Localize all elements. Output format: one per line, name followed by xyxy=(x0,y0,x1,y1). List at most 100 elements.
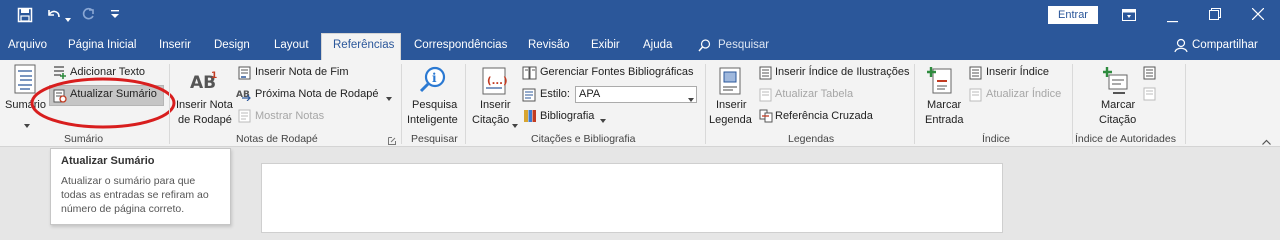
insert-table-of-authorities-icon[interactable] xyxy=(1143,66,1157,83)
separator xyxy=(1072,64,1073,144)
insert-figures-table-button[interactable]: Inserir Índice de Ilustrações xyxy=(775,63,910,81)
manage-sources-icon xyxy=(522,66,538,83)
ribbon-references: Sumário Adicionar Texto Atualizar Sumári… xyxy=(0,60,1280,147)
sign-in-button[interactable]: Entrar xyxy=(1048,6,1098,24)
insert-endnote-icon xyxy=(238,66,252,83)
insert-caption-icon[interactable] xyxy=(718,66,744,99)
restore-icon[interactable] xyxy=(1209,8,1221,23)
insert-footnote-line1[interactable]: Inserir Nota xyxy=(176,98,233,113)
ribbon-tab-bar: Arquivo Página Inicial Inserir Design La… xyxy=(0,31,1280,61)
bibliography-button[interactable]: Bibliografia xyxy=(540,107,594,125)
manage-sources-button[interactable]: Gerenciar Fontes Bibliográficas xyxy=(540,63,693,81)
document-page[interactable] xyxy=(261,163,1003,233)
separator xyxy=(914,64,915,144)
cross-reference-icon xyxy=(759,109,773,126)
group-label-sumario: Sumário xyxy=(64,133,104,145)
svg-text:1: 1 xyxy=(211,71,217,81)
share-person-icon xyxy=(1174,38,1188,56)
tab-ajuda[interactable]: Ajuda xyxy=(643,39,672,51)
minimize-icon[interactable] xyxy=(1167,14,1178,26)
customize-toolbar-icon[interactable] xyxy=(111,10,119,22)
dialog-launcher-icon[interactable] xyxy=(388,136,396,148)
tab-pagina-inicial[interactable]: Página Inicial xyxy=(68,39,136,51)
update-index-icon xyxy=(969,88,983,105)
redo-icon[interactable] xyxy=(80,7,96,26)
tooltip-line: número de página correto. xyxy=(61,203,185,215)
group-label-legendas: Legendas xyxy=(788,133,835,145)
tooltip-title: Atualizar Sumário xyxy=(61,155,155,167)
show-notes-icon xyxy=(238,109,252,126)
group-label-pesquisar: Pesquisar xyxy=(411,133,458,145)
group-label-indice: Índice xyxy=(982,133,1011,145)
smart-lookup-line1[interactable]: Pesquisa xyxy=(412,98,457,113)
separator xyxy=(1185,64,1186,144)
ribbon-display-options-icon[interactable] xyxy=(1122,9,1136,24)
group-label-notas: Notas de Rodapé xyxy=(236,133,318,145)
insert-citation-line2[interactable]: Citação xyxy=(472,113,509,128)
mark-entry-line1[interactable]: Marcar xyxy=(927,98,961,113)
group-label-autoridades: Índice de Autoridades xyxy=(1075,133,1176,145)
style-select[interactable]: APA xyxy=(575,86,697,103)
style-icon xyxy=(522,88,536,105)
collapse-ribbon-icon[interactable] xyxy=(1262,136,1271,148)
mark-citation-icon[interactable] xyxy=(1102,65,1131,98)
insert-caption-line1[interactable]: Inserir xyxy=(716,98,747,113)
style-select-value: APA xyxy=(579,88,601,100)
show-notes-button[interactable]: Mostrar Notas xyxy=(255,107,324,125)
insert-figures-table-icon xyxy=(759,66,773,83)
sign-in-label: Entrar xyxy=(1058,9,1088,21)
mark-entry-line2[interactable]: Entrada xyxy=(925,113,964,128)
tooltip-line: todas as entradas se refiram ao xyxy=(61,189,209,201)
cross-reference-button[interactable]: Referência Cruzada xyxy=(775,107,873,125)
insert-footnote-line2[interactable]: de Rodapé xyxy=(178,113,232,128)
chevron-down-icon[interactable] xyxy=(600,114,606,126)
share-button[interactable]: Compartilhar xyxy=(1192,39,1258,51)
tab-correspondencias[interactable]: Correspondências xyxy=(414,39,507,51)
insert-endnote-button[interactable]: Inserir Nota de Fim xyxy=(255,63,349,81)
update-index-button[interactable]: Atualizar Índice xyxy=(986,85,1061,103)
insert-caption-line2[interactable]: Legenda xyxy=(709,113,752,128)
mark-citation-line2[interactable]: Citação xyxy=(1099,113,1136,128)
separator xyxy=(705,64,706,144)
update-table-icon xyxy=(759,88,773,105)
mark-citation-line1[interactable]: Marcar xyxy=(1101,98,1135,113)
tooltip-update-toc: Atualizar Sumário Atualizar o sumário pa… xyxy=(50,148,231,225)
svg-text:(...): (...) xyxy=(487,76,508,87)
tell-me-search[interactable]: Pesquisar xyxy=(718,39,769,51)
separator xyxy=(169,64,170,144)
close-icon[interactable] xyxy=(1251,7,1265,23)
undo-dropdown-icon[interactable] xyxy=(65,13,71,25)
tab-exibir[interactable]: Exibir xyxy=(591,39,620,51)
tab-inserir[interactable]: Inserir xyxy=(159,39,191,51)
tab-referencias-label: Referências xyxy=(333,39,395,51)
undo-icon[interactable] xyxy=(45,7,63,26)
insert-index-button[interactable]: Inserir Índice xyxy=(986,63,1049,81)
tab-design[interactable]: Design xyxy=(214,39,250,51)
bibliography-icon xyxy=(523,109,537,126)
tab-layout[interactable]: Layout xyxy=(274,39,309,51)
save-icon[interactable] xyxy=(17,7,33,26)
mark-entry-icon[interactable] xyxy=(926,65,955,98)
tab-revisao[interactable]: Revisão xyxy=(528,39,570,51)
smart-lookup-line2[interactable]: Inteligente xyxy=(407,113,458,128)
update-table-of-authorities-icon[interactable] xyxy=(1143,87,1157,104)
smart-lookup-icon[interactable]: i xyxy=(419,66,447,97)
insert-footnote-icon[interactable]: AB 1 xyxy=(190,70,218,95)
insert-citation-icon[interactable]: (...) xyxy=(481,66,509,99)
update-table-button[interactable]: Atualizar Tabela xyxy=(775,85,853,103)
group-label-citacoes: Citações e Bibliografia xyxy=(531,133,636,145)
separator xyxy=(401,64,402,144)
tooltip-line: Atualizar o sumário para que xyxy=(61,175,196,187)
title-bar: Entrar xyxy=(0,0,1280,31)
chevron-down-icon[interactable] xyxy=(386,92,392,104)
insert-citation-line1[interactable]: Inserir xyxy=(480,98,511,113)
lightbulb-search-icon xyxy=(698,39,711,55)
chevron-down-icon xyxy=(512,119,518,131)
style-label: Estilo: xyxy=(540,88,570,100)
tab-arquivo[interactable]: Arquivo xyxy=(8,39,47,51)
svg-text:i: i xyxy=(432,71,437,85)
next-footnote-icon: AB xyxy=(236,87,252,104)
next-footnote-button[interactable]: Próxima Nota de Rodapé xyxy=(255,85,379,103)
insert-index-icon xyxy=(969,66,983,83)
tab-referencias[interactable]: Referências xyxy=(321,33,401,61)
